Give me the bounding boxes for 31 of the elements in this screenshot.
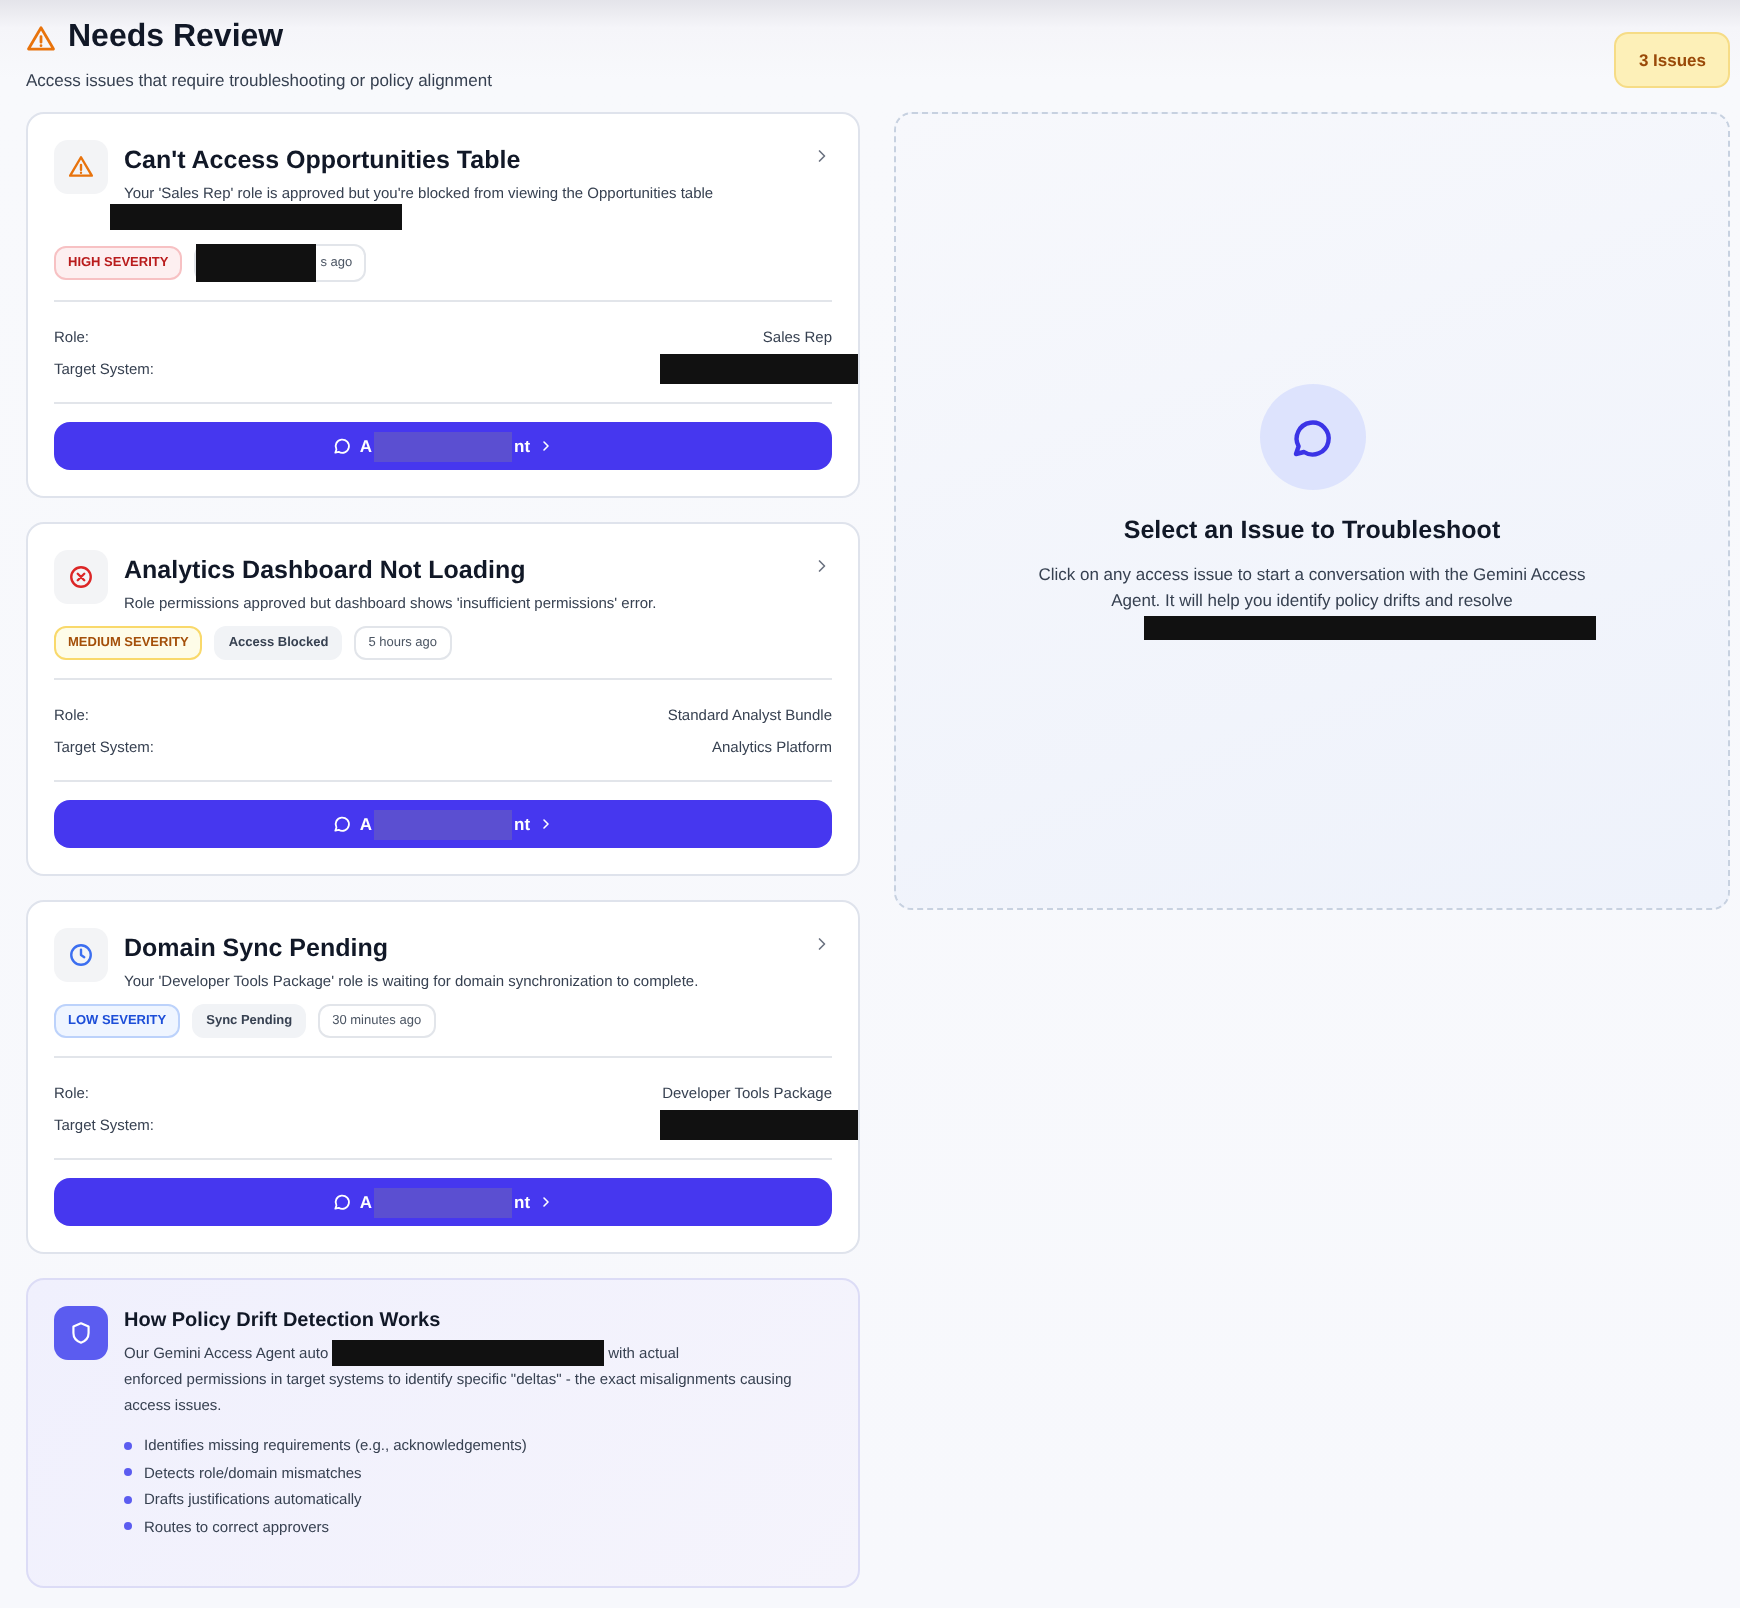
chevron-right-icon xyxy=(538,438,555,454)
bullet-dot xyxy=(124,1522,132,1531)
troubleshoot-button[interactable]: A nt xyxy=(54,1178,832,1226)
bullet-dot xyxy=(124,1441,132,1450)
bullet-dot xyxy=(124,1495,132,1504)
redaction-bar xyxy=(374,1187,513,1217)
chat-icon xyxy=(331,436,352,456)
warning-icon xyxy=(26,23,56,53)
troubleshoot-button[interactable]: A nt xyxy=(54,800,832,848)
chat-icon xyxy=(331,1192,352,1212)
warning-icon xyxy=(68,154,94,180)
issue-title: Analytics Dashboard Not Loading xyxy=(124,556,528,584)
bullet-dot xyxy=(124,1468,132,1477)
redaction-bar xyxy=(374,431,513,461)
issue-card[interactable] xyxy=(26,522,860,876)
page-subtitle: Access issues that require troubleshooting or policy alignment xyxy=(26,70,492,90)
clock-icon xyxy=(68,942,94,968)
chevron-right-icon xyxy=(538,1194,555,1210)
empty-state-title: Select an Issue to Troubleshoot xyxy=(1123,516,1501,544)
shield-icon xyxy=(68,1320,94,1346)
empty-state-text: Click on any access issue to start a conversation with the Gemini Access Agent. It will help you identify policy drifts and resolve xyxy=(1036,562,1588,614)
page-title: Needs Review xyxy=(68,20,284,56)
chat-icon xyxy=(331,814,352,834)
issue-title: Can't Access Opportunities Table xyxy=(124,146,523,174)
issue-count-badge: 3 Issues xyxy=(1614,32,1730,88)
troubleshoot-button[interactable]: A nt xyxy=(54,422,832,470)
chevron-right-icon xyxy=(538,816,555,832)
error-icon xyxy=(68,564,94,590)
issue-title: Domain Sync Pending xyxy=(124,934,390,962)
info-title: How Policy Drift Detection Works xyxy=(124,1310,443,1332)
redaction-bar xyxy=(374,809,513,839)
